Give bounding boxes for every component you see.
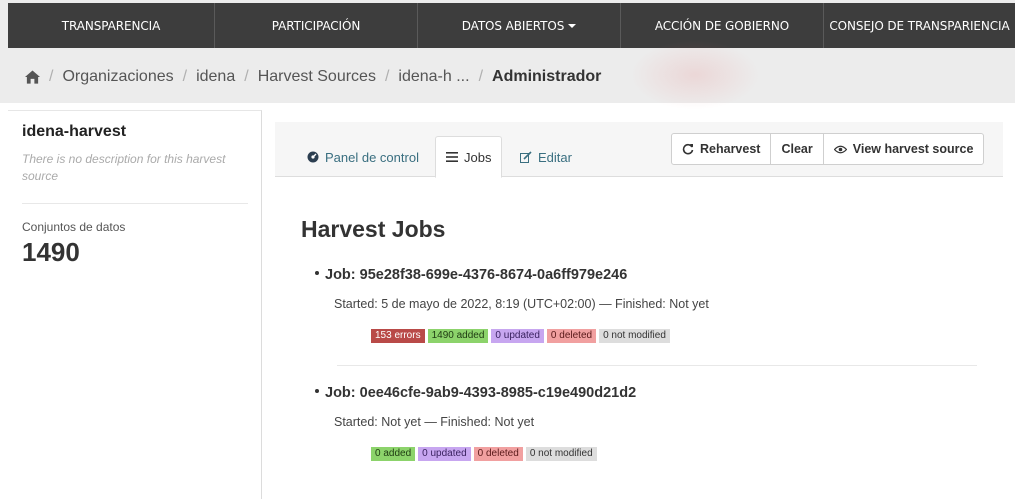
list-icon [446,152,458,162]
bullet-icon [315,389,319,394]
job-divider [337,365,977,366]
job-status-badges: 0 added 0 updated 0 deleted 0 not modified [371,447,985,461]
status-badge: 0 updated [491,329,544,343]
status-badge: 0 not modified [599,329,670,343]
clear-button[interactable]: Clear [771,134,824,164]
breadcrumb-administrador: Administrador [492,68,602,85]
nav-item-consejo-de-transparencia[interactable]: CONSEJO DE TRANSPARIENCIA [824,3,1015,48]
status-badge: 0 not modified [525,447,597,461]
refresh-icon [682,143,694,155]
harvest-source-title: idena-harvest [22,123,127,140]
job-times: Started: Not yet — Finished: Not yet [334,415,535,429]
caret-down-icon [568,23,577,28]
tab-bar: Panel de control Jobs Editar Reharvest C… [275,122,1003,178]
nav-item-accion-de-gobierno[interactable]: ACCIÓN DE GOBIERNO [621,3,824,48]
sidebar-divider [22,203,248,204]
status-badge: 0 updated [418,447,471,461]
eye-icon [833,145,847,153]
reharvest-button[interactable]: Reharvest [672,134,772,164]
edit-icon [520,151,532,163]
nav-item-transparencia[interactable]: TRANSPARENCIA [8,3,215,48]
breadcrumb-idena-harvest[interactable]: idena-h ... [398,68,469,86]
top-navigation-bar: TRANSPARENCIA PARTICIPACIÓN DATOS ABIERT… [0,0,1015,52]
top-navigation-menu: TRANSPARENCIA PARTICIPACIÓN DATOS ABIERT… [8,3,1015,48]
sidebar: idena-harvest There is no description fo… [8,110,262,499]
dashboard-icon [307,151,319,163]
breadcrumb-bar: / Organizaciones / idena / Harvest Sourc… [0,52,1015,103]
datasets-label: Conjuntos de datos [22,220,126,234]
view-harvest-source-button[interactable]: View harvest source [824,134,984,164]
datasets-count: 1490 [22,237,80,267]
job-status-badges: 153 errors 1490 added 0 updated 0 deleted 0 … [371,329,985,343]
nav-item-datos-abiertos[interactable]: DATOS ABIERTOS [418,3,621,48]
breadcrumb-separator: / [478,68,484,85]
status-badge: 1490 added [427,329,489,343]
harvest-source-description: There is no description for this harvest… [22,152,226,183]
breadcrumb-idena[interactable]: idena [196,68,235,86]
tab-panel-de-control[interactable]: Panel de control [297,136,429,178]
breadcrumb-harvest-sources[interactable]: Harvest Sources [258,68,376,86]
breadcrumb: / Organizaciones / idena / Harvest Sourc… [25,68,601,86]
job-heading[interactable]: Job: 95e28f38-699e-4376-8674-0a6ff979e24… [315,267,985,283]
status-badge: 0 added [371,447,416,461]
breadcrumb-separator: / [182,68,188,85]
status-badge: 0 deleted [473,447,523,461]
bullet-icon [315,271,319,276]
job-heading[interactable]: Job: 0ee46cfe-9ab9-4393-8985-c19e490d21d… [315,385,985,401]
page-title: Harvest Jobs [301,216,446,242]
job-item: Job: 95e28f38-699e-4376-8674-0a6ff979e24… [315,267,985,343]
harvest-actions-group: Reharvest Clear View harvest source [671,133,985,165]
home-icon[interactable] [25,70,40,84]
status-badge: 153 errors [371,329,425,343]
tab-editar[interactable]: Editar [510,136,582,178]
job-item: Job: 0ee46cfe-9ab9-4393-8985-c19e490d21d… [315,385,985,461]
breadcrumb-separator: / [244,68,249,85]
status-badge: 0 deleted [546,329,597,343]
main-content: Panel de control Jobs Editar Reharvest C… [275,122,1003,499]
tab-jobs[interactable]: Jobs [435,136,503,178]
breadcrumb-separator: / [49,68,54,85]
nav-item-participacion[interactable]: PARTICIPACIÓN [215,3,418,48]
job-times: Started: 5 de mayo de 2022, 8:19 (UTC+02… [334,297,709,311]
breadcrumb-separator: / [384,68,390,85]
breadcrumb-organizaciones[interactable]: Organizaciones [62,68,173,86]
